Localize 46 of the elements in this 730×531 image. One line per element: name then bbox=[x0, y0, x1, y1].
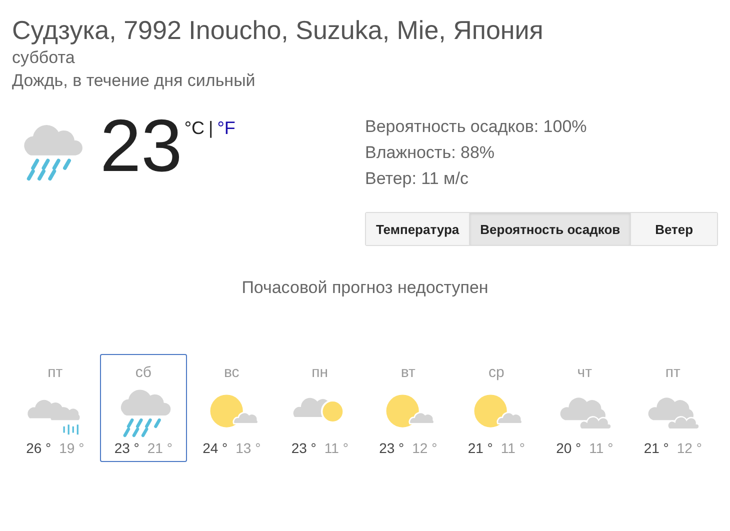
high-temperature: 20 ° bbox=[556, 440, 582, 456]
high-temperature: 26 ° bbox=[26, 440, 52, 456]
high-temperature: 21 ° bbox=[644, 440, 669, 456]
condition-label: Дождь, в течение дня сильный bbox=[12, 70, 256, 92]
high-temperature: 23 ° bbox=[291, 440, 316, 456]
day-label: суббота bbox=[12, 47, 76, 69]
day-name: чт bbox=[577, 364, 592, 382]
chart-tab[interactable]: Вероятность осадков bbox=[470, 213, 632, 245]
hourly-unavailable-message: Почасовой прогноз недоступен bbox=[240, 278, 490, 298]
weather-detail: Вероятность осадков: 100% bbox=[365, 116, 588, 138]
day-forecast-card[interactable]: вт 23 ° 12 ° bbox=[365, 354, 452, 462]
day-name: вс bbox=[224, 364, 240, 382]
high-temperature: 24 ° bbox=[202, 440, 228, 456]
weather-detail: Влажность: 88% bbox=[365, 142, 496, 164]
low-temperature: 11 ° bbox=[324, 440, 348, 456]
low-temperature: 19 ° bbox=[59, 440, 84, 456]
high-temperature: 21 ° bbox=[468, 440, 493, 456]
low-temperature: 21 ° bbox=[147, 440, 172, 456]
weather-detail: Ветер: 11 м/с bbox=[365, 168, 470, 190]
day-forecast-card[interactable]: вс 24 ° 13 ° bbox=[188, 354, 275, 462]
temperature-value: 23 bbox=[100, 108, 182, 184]
day-forecast-card[interactable]: пн 23 ° 11 ° bbox=[276, 354, 363, 462]
low-temperature: 11 ° bbox=[500, 440, 525, 456]
day-forecast-card[interactable]: чт 20 ° 11 ° bbox=[542, 354, 628, 462]
day-name: пт bbox=[665, 364, 680, 382]
low-temperature: 12 ° bbox=[676, 440, 702, 456]
celsius-unit: °C bbox=[184, 118, 205, 139]
high-temperature: 23 ° bbox=[114, 440, 140, 456]
day-forecast-card[interactable]: пт 26 ° 19 ° bbox=[12, 354, 98, 462]
day-name: пт bbox=[48, 364, 63, 382]
day-name: сб bbox=[135, 364, 152, 382]
day-forecast-card[interactable]: пт 21 ° 12 ° bbox=[630, 354, 716, 462]
low-temperature: 11 ° bbox=[589, 440, 614, 456]
day-forecast-card[interactable]: сб 23 ° 21 ° bbox=[100, 354, 186, 462]
low-temperature: 13 ° bbox=[236, 440, 261, 456]
high-temperature: 23 ° bbox=[379, 440, 404, 456]
fahrenheit-unit[interactable]: °F bbox=[217, 118, 236, 139]
day-name: вт bbox=[400, 364, 416, 382]
chart-tab[interactable]: Температура bbox=[366, 213, 470, 245]
unit-separator: | bbox=[208, 118, 214, 139]
day-forecast-card[interactable]: ср 21 ° 11 ° bbox=[453, 354, 540, 462]
day-name: ср bbox=[488, 364, 504, 382]
chart-tab[interactable]: Ветер bbox=[631, 213, 717, 245]
day-name: пн bbox=[312, 364, 328, 382]
low-temperature: 12 ° bbox=[412, 440, 438, 456]
location-title: Судзука, 7992 Inoucho, Suzuka, Mie, Япония bbox=[12, 14, 544, 46]
